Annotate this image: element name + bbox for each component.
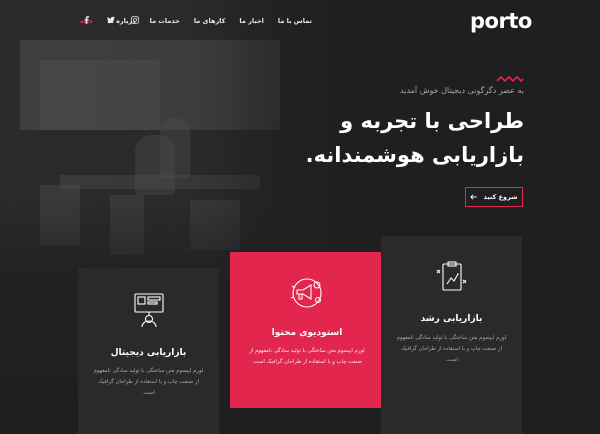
growth-marketing-description: لورم ایپسوم متن ساختگی با تولید سادگی نا… [396,335,507,363]
get-started-button[interactable]: شروع کنید [465,187,523,207]
growth-marketing-title: بازاریابی رشد [420,314,483,324]
digital-marketing-title: بازاریابی دیجیتال [110,348,187,358]
hero-title-line-1: طراحی با تجربه و [340,109,524,133]
instagram-icon[interactable] [130,15,140,25]
nav-item-news[interactable]: اخبار ما [239,17,263,25]
service-card-digital-marketing[interactable]: بازاریابی دیجیتال لورم ایپسوم متن ساختگی… [78,268,219,434]
arrow-left-icon [470,194,477,200]
service-card-content-studio[interactable]: استودیوی محتوا لورم ایپسوم متن ساختگی با… [230,252,384,408]
hero-title-line-2: بازاریابی هوشمندانه. [305,143,524,167]
zigzag-accent-icon [496,75,524,83]
nav-item-contact[interactable]: تماس با ما [278,17,312,25]
social-links [82,15,140,25]
content-studio-description: لورم ایپسوم متن ساختگی با تولید سادگی نا… [249,348,365,365]
nav-item-works[interactable]: کارهای ما [194,17,226,25]
service-card-growth-marketing[interactable]: بازاریابی رشد لورم ایپسوم متن ساختگی با … [381,236,522,434]
hero-title: طراحی با تجربه و بازاریابی هوشمندانه. [304,104,524,172]
nav-item-services[interactable]: خدمات ما [150,17,180,25]
content-studio-title: استودیوی محتوا [271,328,343,338]
site-header: porto خانه درباره ما خدمات ما کارهای ما … [0,0,600,44]
growth-marketing-icon [436,261,466,291]
digital-marketing-icon [133,293,164,328]
content-studio-icon [290,278,322,308]
get-started-label: شروع کنید [483,193,518,201]
twitter-icon[interactable] [106,15,116,25]
facebook-icon[interactable] [82,15,92,25]
hero-subtitle: به عصر دگرگونی دیجیتال خوش آمدید [400,86,524,95]
porto-logo[interactable]: porto [470,9,532,33]
digital-marketing-description: لورم ایپسوم متن ساختگی با تولید سادگی نا… [93,368,204,396]
